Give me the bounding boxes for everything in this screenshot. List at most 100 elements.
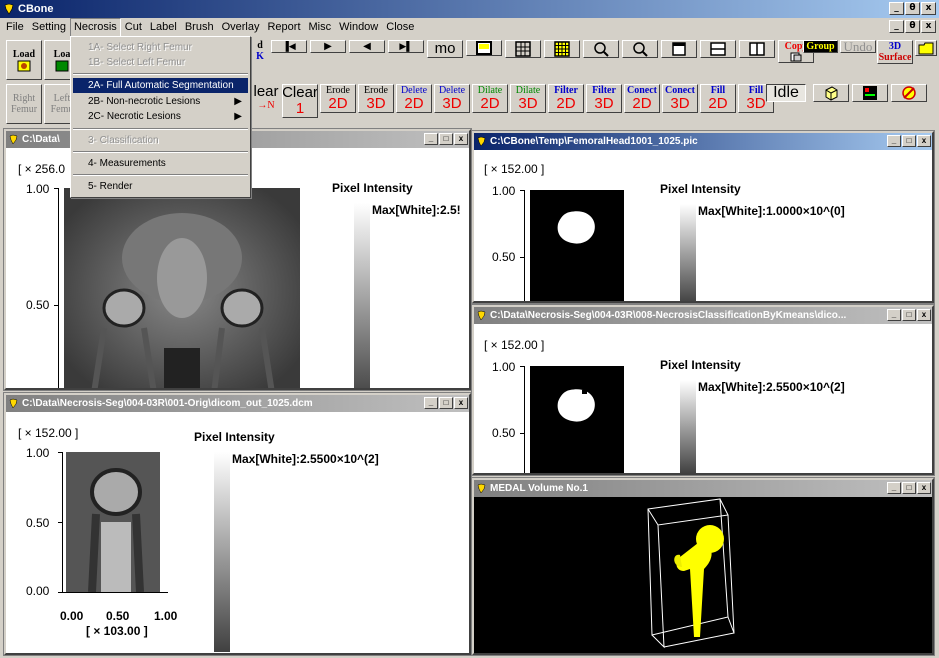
- menu-report[interactable]: Report: [263, 19, 304, 36]
- window-main-title: C:\Data\: [22, 134, 60, 145]
- menu-render[interactable]: 5- Render: [73, 179, 248, 194]
- split-vertical-button[interactable]: [739, 40, 775, 58]
- menu-classification[interactable]: 3- Classification: [73, 133, 248, 148]
- mdi-restore-button[interactable]: θ: [905, 20, 920, 33]
- first-slice-button[interactable]: ▐◀: [271, 40, 307, 53]
- menu-label[interactable]: Label: [146, 19, 181, 36]
- zoom-in-button[interactable]: [583, 40, 619, 58]
- menu-overlay[interactable]: Overlay: [218, 19, 264, 36]
- menu-window[interactable]: Window: [335, 19, 382, 36]
- connect-2d-button[interactable]: Conect 2D: [624, 84, 660, 113]
- volume-render-canvas[interactable]: [474, 497, 932, 653]
- grid-fine-button[interactable]: [544, 40, 580, 58]
- window-minimize-button[interactable]: _: [887, 135, 901, 147]
- fill-2d-button[interactable]: Fill 2D: [700, 84, 736, 113]
- menu-measurements[interactable]: 4- Measurements: [73, 156, 248, 171]
- filter-2d-button[interactable]: Filter 2D: [548, 84, 584, 113]
- window-femoral-titlebar[interactable]: C:\CBone\Temp\FemoralHead1001_1025.pic _…: [474, 133, 932, 150]
- connect-3d-button[interactable]: Conect 3D: [662, 84, 698, 113]
- menu-file[interactable]: File: [2, 19, 28, 36]
- window-close-button[interactable]: x: [917, 135, 931, 147]
- erode-2d-button[interactable]: Erode 2D: [320, 84, 356, 113]
- mo-button[interactable]: mo: [427, 40, 463, 58]
- image-button[interactable]: [466, 40, 502, 56]
- window-minimize-button[interactable]: _: [887, 482, 901, 494]
- right-femur-button[interactable]: Right Femur: [6, 84, 42, 124]
- clear-n-label: lear: [253, 84, 279, 100]
- load-k-sublabel: K: [256, 51, 264, 62]
- menu-full-automatic-segmentation[interactable]: 2A- Full Automatic Segmentation: [73, 78, 248, 93]
- picture-icon: [476, 41, 492, 55]
- split-horizontal-button[interactable]: [700, 40, 736, 58]
- mdi-close-button[interactable]: x: [921, 20, 936, 33]
- window-close-button[interactable]: x: [454, 133, 468, 145]
- window-minimize-button[interactable]: _: [424, 397, 438, 409]
- group-button[interactable]: Group: [803, 40, 838, 53]
- play-button[interactable]: ▶: [310, 40, 346, 53]
- menu-select-right-femur[interactable]: 1A- Select Right Femur: [73, 40, 248, 55]
- dilate-3d-button[interactable]: Dilate 3D: [510, 84, 546, 113]
- skull-icon: [17, 60, 31, 71]
- dilate-2d-button[interactable]: Dilate 2D: [472, 84, 508, 113]
- window-femoral-canvas[interactable]: [ × 152.00 ] 1.00 0.50 Pixel Intensity M…: [474, 150, 932, 301]
- idle-button[interactable]: Idle: [766, 84, 806, 102]
- undo-button[interactable]: Undo: [840, 40, 876, 53]
- brush-tool-button[interactable]: [891, 84, 927, 102]
- clear-n-button[interactable]: lear →N: [250, 84, 282, 111]
- window-maximize-button[interactable]: □: [439, 397, 453, 409]
- cube-view-button[interactable]: [813, 84, 849, 102]
- zoom-out-button[interactable]: [622, 40, 658, 58]
- menu-misc[interactable]: Misc: [305, 19, 336, 36]
- delete-2d-button[interactable]: Delete 2D: [396, 84, 432, 113]
- window-minimize-button[interactable]: _: [887, 309, 901, 321]
- clear-1-button[interactable]: Clear 1: [282, 84, 318, 118]
- window-minimize-button[interactable]: _: [424, 133, 438, 145]
- window-original-titlebar[interactable]: C:\Data\Necrosis-Seg\004-03R\001-Orig\di…: [6, 395, 469, 412]
- menu-select-left-femur[interactable]: 1B- Select Left Femur: [73, 55, 248, 70]
- window-close-button[interactable]: x: [917, 482, 931, 494]
- split-horizontal-icon: [710, 42, 726, 56]
- delete-3d-button[interactable]: Delete 3D: [434, 84, 470, 113]
- menu-cut[interactable]: Cut: [121, 19, 146, 36]
- window-close-button[interactable]: x: [917, 309, 931, 321]
- window-close-button[interactable]: x: [454, 397, 468, 409]
- connect-3d-sub: 3D: [670, 95, 690, 112]
- brush-icon: [902, 86, 916, 100]
- restore-button[interactable]: θ: [905, 2, 920, 15]
- prev-slice-button[interactable]: ◀: [349, 40, 385, 53]
- window-maximize-button[interactable]: □: [902, 482, 916, 494]
- window-maximize-button[interactable]: □: [902, 135, 916, 147]
- color-map-button[interactable]: [852, 84, 888, 102]
- window-maximize-button[interactable]: □: [902, 309, 916, 321]
- last-slice-button[interactable]: ▶▌: [388, 40, 424, 53]
- menu-brush[interactable]: Brush: [181, 19, 218, 36]
- close-button[interactable]: x: [921, 2, 936, 15]
- minimize-button[interactable]: _: [889, 2, 904, 15]
- erode-3d-button[interactable]: Erode 3D: [358, 84, 394, 113]
- open-folder-button[interactable]: [915, 40, 937, 56]
- window-maximize-button[interactable]: □: [439, 133, 453, 145]
- window-kmeans-canvas[interactable]: [ × 152.00 ] 1.00 0.50 Pixel Intensity M…: [474, 324, 932, 473]
- y-tick-top: 1.00: [492, 184, 516, 198]
- mdi-minimize-button[interactable]: _: [889, 20, 904, 33]
- clear-1-sublabel: 1: [295, 100, 305, 117]
- menu-necrotic-lesions[interactable]: 2C- Necrotic Lesions ▶: [73, 109, 248, 124]
- window-original-canvas[interactable]: [ × 152.00 ] 1.00 0.50 0.00 0.00 0.50 1.…: [6, 412, 469, 653]
- erode-3d-sub: 3D: [366, 95, 386, 112]
- filter-3d-button[interactable]: Filter 3D: [586, 84, 622, 113]
- surface-3d-button[interactable]: 3D Surface: [877, 40, 913, 64]
- fill-2d-sub: 2D: [708, 95, 728, 112]
- menu-non-necrotic-lesions[interactable]: 2B- Non-necrotic Lesions ▶: [73, 94, 248, 109]
- load-k-button[interactable]: d K: [250, 40, 270, 62]
- play-icon: ▶: [324, 41, 332, 52]
- load-button[interactable]: Load: [6, 40, 42, 80]
- single-view-button[interactable]: [661, 40, 697, 58]
- window-volume: MEDAL Volume No.1 _ □ x: [471, 477, 935, 656]
- y-axis-line: [524, 190, 525, 301]
- menu-setting[interactable]: Setting: [28, 19, 70, 36]
- menu-necrosis[interactable]: Necrosis: [69, 18, 121, 37]
- window-kmeans-titlebar[interactable]: C:\Data\Necrosis-Seg\004-03R\008-Necrosi…: [474, 307, 932, 324]
- window-volume-titlebar[interactable]: MEDAL Volume No.1 _ □ x: [474, 480, 932, 497]
- menu-close[interactable]: Close: [382, 19, 418, 36]
- grid-button[interactable]: [505, 40, 541, 58]
